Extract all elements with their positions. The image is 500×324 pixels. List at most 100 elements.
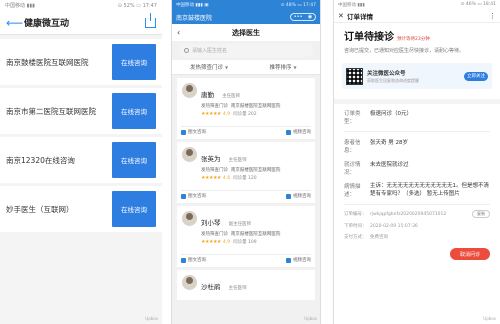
video-icon (286, 129, 291, 135)
payment-key: 支付方式： (344, 235, 367, 240)
consult-count: 问诊量 109 (233, 240, 257, 245)
star-rating-icon: ★★★★★ (201, 111, 221, 117)
caret-down-icon: ▼ (224, 64, 229, 70)
dept-name: 发热筛查门诊 (201, 232, 228, 237)
card-actions: 图文咨询 视频咨询 (181, 254, 311, 263)
status-right: ⊙ 48% ▭ 17:47 (280, 2, 316, 8)
row-divider (344, 131, 490, 132)
order-status-heading: 订单待接诊 预计等待23分钟 (344, 28, 490, 43)
status-notice: 咨询已提交，已通知对应医生尽快接诊，请耐心等待。 (344, 48, 465, 54)
avatar (182, 211, 197, 226)
sort-filter-label: 推荐排序 (269, 65, 292, 71)
hospital-name: 南京12320在线咨询 (6, 155, 75, 165)
visit-key: 就诊情况： (344, 162, 361, 176)
order-time-key: 下单时间： (344, 224, 367, 229)
follow-subtitle: 获取医生回复和咨询进度提醒 (367, 77, 419, 83)
description-key: 病情描述： (344, 184, 361, 198)
online-consult-button[interactable]: 在线咨询 (112, 93, 156, 129)
text-consult-label: 图文咨询 (188, 194, 206, 199)
text-consult-label: 图文咨询 (188, 130, 206, 135)
chat-icon (181, 129, 186, 135)
order-number-key: 订单编号： (344, 212, 367, 217)
back-arrow-icon[interactable]: ⟵ (6, 16, 23, 30)
hospital-name: 南京鼓楼医院互联网医院 (230, 104, 281, 109)
dept-filter-label: 发热筛查门诊 (189, 65, 223, 71)
phone-select-doctor: 中国移动 ▮▮▮ ▣ ⊙ 48% ▭ 17:47 南京鼓楼医院 ••• ◉ ‹ … (171, 0, 321, 324)
doctor-name: 刘小琴 (201, 219, 221, 227)
hospital-title: 南京鼓楼医院 (176, 14, 213, 22)
follow-title: 关注微医公众号 (367, 70, 406, 77)
description-row: 病情描述： 主诉：无无无无无无无无无无无无1。但是想不清楚有专家吗？（多选） 暂… (334, 182, 500, 198)
online-consult-button[interactable]: 在线咨询 (112, 142, 156, 178)
close-icon[interactable]: ✕ (338, 12, 347, 20)
doctor-card[interactable]: 唐勤 主任医师 发热筛查门诊 南京鼓楼医院互联网医院 ★★★★★ 4.9 问诊量… (177, 78, 315, 139)
more-icon[interactable]: ••• (294, 14, 303, 20)
text-consult-button[interactable]: 图文咨询 (181, 193, 206, 199)
search-input[interactable]: 请输入医生姓名 (179, 44, 313, 57)
status-left: 中国移动 ▮▮▮ (5, 3, 35, 9)
status-bar: 中国移动 ▮▮▮ ▣ ⊙ 48% ▭ 17:47 (172, 0, 320, 10)
page-title: 订单详情 (347, 12, 373, 21)
follow-official-account-banner: 关注微医公众号 获取医生回复和咨询进度提醒 立即关注 (342, 63, 492, 89)
floating-badge[interactable]: Upbox (145, 316, 158, 321)
video-consult-button[interactable]: 视频咨询 (286, 129, 311, 135)
order-status-block: 订单待接诊 预计等待23分钟 咨询已提交，已通知对应医生尽快接诊，请耐心等待。 (334, 23, 500, 54)
hospital-name: 妙手医生（互联网） (6, 204, 74, 214)
share-icon[interactable] (145, 12, 156, 28)
dept-filter[interactable]: 发热筛查门诊 ▼ (172, 60, 246, 74)
text-consult-button[interactable]: 图文咨询 (181, 257, 206, 263)
follow-button[interactable]: 立即关注 (464, 71, 488, 81)
video-consult-button[interactable]: 视频咨询 (286, 193, 311, 199)
status-left: 中国移动 ▮▮▮ ▣ (176, 3, 209, 8)
video-icon (286, 257, 291, 263)
doctor-card[interactable]: 刘小琴 副主任医师 发热筛查门诊 南京鼓楼医院互联网医院 ★★★★★ 4.9 问… (177, 206, 315, 267)
avatar (182, 275, 197, 290)
hospital-name: 南京鼓楼医院互联网医院 (6, 57, 89, 67)
dept-name: 发热筛查门诊 (201, 168, 228, 173)
text-consult-button[interactable]: 图文咨询 (181, 129, 206, 135)
page-title: 选择医生 (232, 28, 260, 37)
search-icon (184, 48, 189, 53)
patient-value: 张天奇 男 28岁 (370, 140, 408, 146)
hospital-name: 南京鼓楼医院互联网医院 (230, 168, 281, 173)
sort-filter[interactable]: 推荐排序 ▼ (246, 60, 320, 74)
filter-bar: 发热筛查门诊 ▼ 推荐排序 ▼ (172, 60, 320, 75)
order-number-value: rjwkjqpfgbnfz2020020945071012 (370, 211, 447, 217)
visit-value: 未去医院就诊过 (370, 162, 409, 168)
status-right: ⊙ 52% ▭ 17:47 (117, 2, 157, 9)
search-placeholder: 请输入医生姓名 (192, 48, 228, 54)
status-bar: 中国移动 ▮▮▮ ⊙ 52% ▭ 17:47 (0, 0, 162, 11)
card-actions: 图文咨询 视频咨询 (181, 190, 311, 199)
close-circle-icon[interactable]: ◉ (308, 14, 312, 20)
description-value: 主诉：无无无无无无无无无无无无1。但是想不清楚有专家吗？（多选） 暂无上传图片 (370, 183, 490, 197)
doctor-name: 唐勤 (201, 91, 214, 99)
rating-row: ★★★★★ 4.6 问诊量 120 (201, 175, 311, 181)
star-rating-icon: ★★★★★ (201, 175, 221, 181)
doctor-card[interactable]: 沙杜鹃 主任医师 (177, 270, 315, 300)
capsule-menu[interactable]: ••• ◉ (290, 13, 316, 21)
chevron-left-icon[interactable]: ‹ (177, 28, 187, 37)
video-consult-button[interactable]: 视频咨询 (286, 257, 311, 263)
online-consult-button[interactable]: 在线咨询 (112, 191, 156, 227)
online-consult-button[interactable]: 在线咨询 (112, 44, 156, 80)
status-bar: 中国移动 ▮▮▮ ⊙ 46% ▭ 18:41 (334, 0, 500, 9)
caret-down-icon: ▼ (293, 64, 297, 70)
rating-row: ★★★★★ 4.9 问诊量 109 (201, 239, 311, 245)
video-consult-label: 视频咨询 (293, 258, 311, 263)
phone-health-interaction: 中国移动 ▮▮▮ ⊙ 52% ▭ 17:47 ⟵ 健康微互动 南京鼓楼医院互联网… (0, 0, 162, 324)
list-item: 南京12320在线咨询 在线咨询 (0, 137, 162, 183)
video-consult-label: 视频咨询 (293, 194, 311, 199)
floating-badge[interactable]: Upbox (483, 316, 496, 321)
doctor-card[interactable]: 张英为 主任医师 发热筛查门诊 南京鼓楼医院互联网医院 ★★★★★ 4.6 问诊… (177, 142, 315, 203)
list-item: 南京鼓楼医院互联网医院 在线咨询 (0, 39, 162, 85)
qr-code-icon (346, 67, 363, 85)
rating-score: 4.9 (222, 111, 231, 117)
video-icon (286, 193, 291, 199)
dept-name: 发热筛查门诊 (201, 104, 228, 109)
copy-button[interactable]: 复制 (472, 210, 490, 218)
list-item: 妙手医生（互联网） 在线咨询 (0, 186, 162, 232)
cancel-consultation-button[interactable]: 取消问诊 (450, 248, 490, 260)
chat-icon (181, 193, 186, 199)
floating-badge[interactable]: Upbox (304, 316, 317, 321)
more-menu-icon[interactable]: ⋮ (489, 12, 496, 20)
